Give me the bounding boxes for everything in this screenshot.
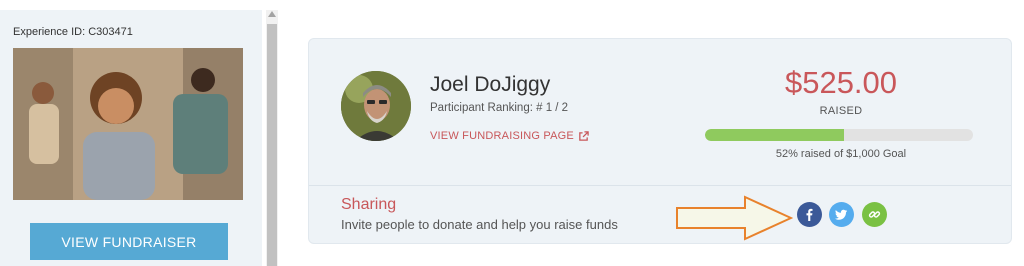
share-twitter-button[interactable] [829,202,854,227]
sidebar: Experience ID: C303471 VIEW FUNDRAISER [0,10,262,266]
avatar [341,71,411,141]
raised-amount: $525.00 [784,65,898,100]
goal-text: 52% raised of $1,000 Goal [775,148,907,160]
scrollbar-thumb[interactable] [267,24,277,266]
view-fundraising-page-label: VIEW FUNDRAISING PAGE [430,130,574,142]
arrow-right-icon [676,195,793,241]
view-fundraising-page-link[interactable]: VIEW FUNDRAISING PAGE [430,130,589,142]
experience-id: Experience ID: C303471 [13,26,133,38]
page: Experience ID: C303471 VIEW FUNDRAISER J… [0,0,1024,266]
external-link-icon [579,130,589,141]
twitter-icon [835,209,848,220]
link-icon [868,211,881,218]
fundraising-progress-bar [705,129,973,141]
share-link-button[interactable] [862,202,887,227]
participant-ranking: Participant Ranking: # 1 / 2 [430,102,569,114]
participant-name: Joel DoJiggy [430,73,551,96]
share-facebook-button[interactable] [797,202,822,227]
fundraiser-card: Joel DoJiggy Participant Ranking: # 1 / … [308,38,1012,244]
progress-fill [705,129,845,141]
card-divider [309,185,1011,186]
view-fundraiser-button[interactable]: VIEW FUNDRAISER [30,223,228,260]
facebook-icon [806,208,813,221]
sharing-title: Sharing [341,196,397,213]
sidebar-scrollbar[interactable] [266,10,278,266]
experience-photo [13,48,243,200]
raised-label: RAISED [819,105,863,117]
sharing-description: Invite people to donate and help you rai… [341,217,618,232]
scroll-up-arrow-icon[interactable] [268,11,276,17]
